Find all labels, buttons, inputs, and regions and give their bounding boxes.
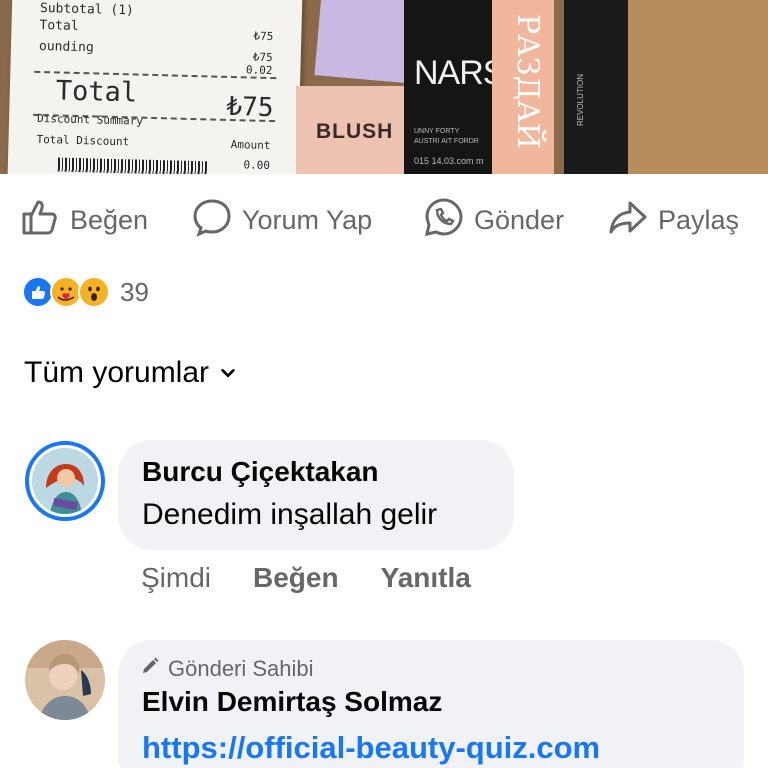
receipt-total-discount-value: 0.00 <box>243 158 271 173</box>
comment-meta: Şimdi Beğen Yanıtla <box>141 562 471 594</box>
receipt-barcode <box>57 157 209 174</box>
receipt-total-small-label: Total <box>39 17 79 34</box>
comment-reply-button[interactable]: Yanıtla <box>381 562 471 594</box>
product-nars-box: NARS UNNY FORTY AUSTRI AIT FORDR 015 14.… <box>404 0 502 174</box>
avatar-illustration <box>32 448 98 514</box>
send-button[interactable]: Gönder <box>424 190 564 250</box>
product-nars-text-1: UNNY FORTY <box>414 128 460 135</box>
avatar[interactable] <box>25 640 105 720</box>
commenter-name[interactable]: Burcu Çiçektakan <box>142 456 379 488</box>
comment-label: Yorum Yap <box>242 204 373 235</box>
cardboard-box <box>628 0 768 174</box>
thumbs-up-icon <box>20 197 60 244</box>
share-button[interactable]: Paylaş <box>608 190 739 250</box>
receipt-discount-summary-label: Discount Summary <box>36 111 144 128</box>
whatsapp-icon <box>424 197 464 244</box>
comment-bubble-icon <box>192 197 232 244</box>
product-black-tube: REVOLUTION <box>564 0 634 174</box>
comment-bubble[interactable]: Burcu Çiçektakan Denedim inşallah gelir <box>118 440 514 550</box>
reaction-count: 39 <box>120 276 149 307</box>
post-action-bar: Beğen Yorum Yap Gönder Paylaş <box>0 190 768 252</box>
receipt: Subtotal (1) Total ₺75 ounding ₺75 0.02 … <box>7 0 303 174</box>
send-label: Gönder <box>474 204 565 235</box>
product-black-label: REVOLUTION <box>576 74 585 127</box>
all-comments-dropdown[interactable]: Tüm yorumlar <box>24 356 237 390</box>
product-nars-code: 015 14.03.com m <box>414 156 484 166</box>
receipt-subtotal-label: Subtotal (1) <box>39 0 135 19</box>
commenter-name[interactable]: Elvin Demirtaş Solmaz <box>142 686 442 718</box>
product-peach-tube: РАЗДАЙ <box>492 0 554 174</box>
all-comments-label: Tüm yorumlar <box>24 356 210 389</box>
product-blush-label: BLUSH <box>316 120 394 143</box>
receipt-total-label: Total <box>55 75 138 109</box>
product-peach-label: РАЗДАЙ <box>510 14 545 149</box>
author-badge-label: Gönderi Sahibi <box>168 656 314 681</box>
receipt-amount-label: Amount <box>230 138 271 153</box>
product-blush-box: BLUSH <box>296 86 406 174</box>
post-author-badge: Gönderi Sahibi <box>140 656 314 682</box>
comment-link[interactable]: https://official-beauty-quiz.com <box>142 730 600 766</box>
share-arrow-icon <box>608 197 648 244</box>
comment-bubble[interactable]: Gönderi Sahibi Elvin Demirtaş Solmaz htt… <box>118 640 744 768</box>
comment-button[interactable]: Yorum Yap <box>192 190 372 250</box>
comment-timestamp: Şimdi <box>141 562 212 593</box>
comment-like-button[interactable]: Beğen <box>253 562 339 594</box>
avatar[interactable] <box>25 441 105 521</box>
wow-reaction-icon <box>78 276 110 308</box>
receipt-rounding-value: 0.02 <box>245 63 273 78</box>
share-label: Paylaş <box>658 204 740 235</box>
chevron-down-icon <box>219 356 237 390</box>
like-label: Beğen <box>70 204 149 235</box>
post-image[interactable]: Subtotal (1) Total ₺75 ounding ₺75 0.02 … <box>0 0 768 174</box>
receipt-rounding-label: ounding <box>38 38 94 56</box>
receipt-subtotal-value: ₺75 <box>253 29 274 44</box>
receipt-total-discount-label: Total Discount <box>36 132 130 149</box>
product-nars-text-2: AUSTRI AIT FORDR <box>414 138 479 145</box>
pencil-icon <box>140 656 160 682</box>
like-button[interactable]: Beğen <box>20 190 148 250</box>
reactions-summary[interactable]: 39 <box>22 276 149 308</box>
receipt-total-small-value: ₺75 <box>252 50 273 65</box>
comment-text: Denedim inşallah gelir <box>142 498 438 531</box>
product-nars-brand: NARS <box>414 54 502 92</box>
